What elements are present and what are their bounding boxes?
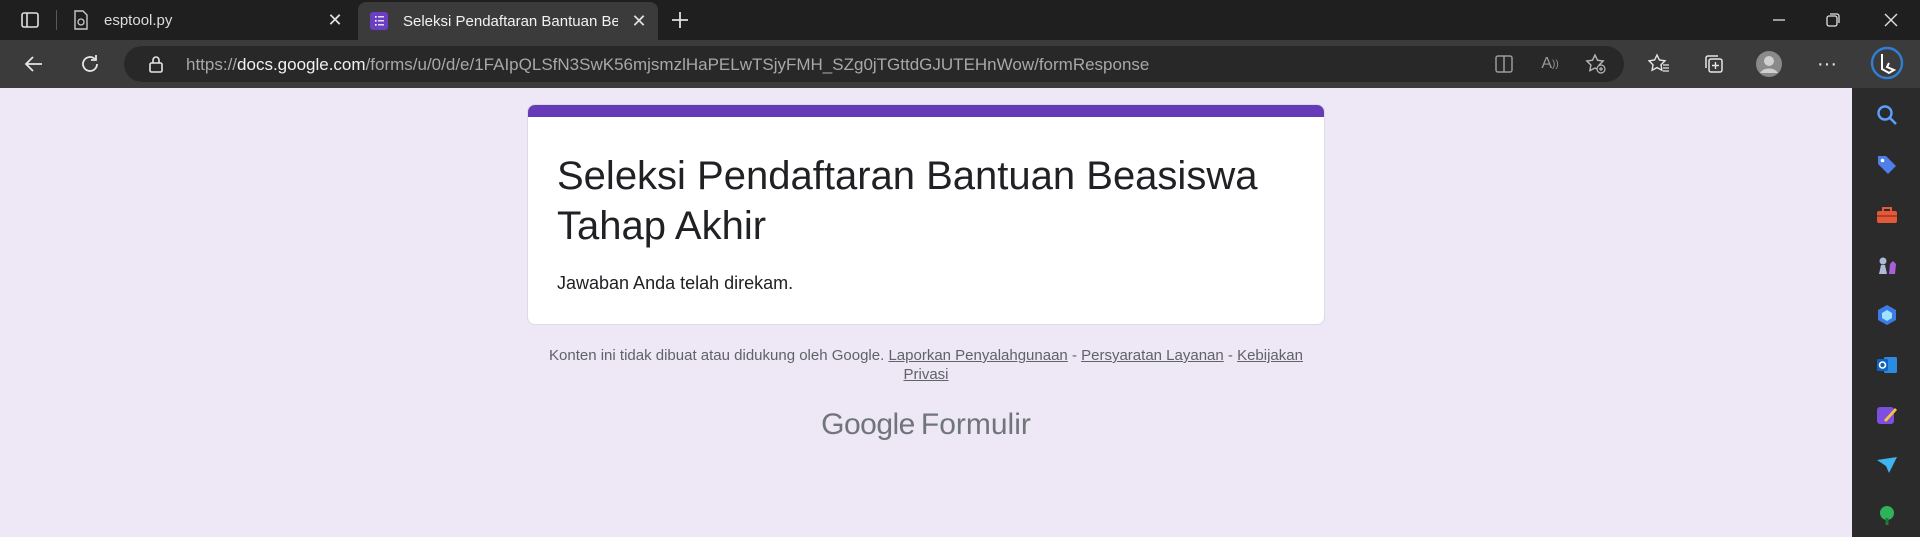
close-tab-icon[interactable]: ✕	[326, 10, 344, 30]
url-path: /forms/u/0/d/e/1FAIpQLSfN3SwK56mjsmzlHaP…	[365, 55, 1150, 74]
form-title: Seleksi Pendaftaran Bantuan Beasiswa Tah…	[557, 154, 1258, 248]
toolbox-icon[interactable]	[1876, 204, 1898, 226]
copilot-icon[interactable]	[1876, 304, 1898, 326]
close-tab-icon[interactable]: ✕	[630, 11, 648, 31]
tree-icon[interactable]	[1876, 504, 1898, 526]
google-forms-logo[interactable]: Google Formulir	[527, 408, 1325, 442]
collections-icon[interactable]	[1700, 50, 1728, 78]
bing-copilot-icon[interactable]	[1870, 46, 1904, 80]
tab-title: esptool.py	[104, 11, 173, 29]
form-response-card: Seleksi Pendaftaran Bantuan Beasiswa Tah…	[527, 104, 1325, 325]
favorites-icon[interactable]	[1645, 50, 1673, 78]
back-icon[interactable]	[20, 50, 48, 78]
footer-disclaimer: Konten ini tidak dibuat atau didukung ol…	[549, 347, 885, 364]
outlook-icon[interactable]	[1876, 354, 1898, 376]
add-favorite-icon[interactable]	[1582, 50, 1610, 78]
tab-esptool[interactable]: esptool.py ✕	[62, 0, 354, 40]
footer-separator: -	[1067, 347, 1082, 364]
send-icon[interactable]	[1876, 454, 1898, 476]
tab-bar: esptool.py ✕ Seleksi Pendaftaran Bantuan…	[0, 0, 1920, 40]
google-wordmark: Google	[821, 408, 915, 441]
more-options-icon[interactable]: ···	[1813, 50, 1841, 78]
chess-icon[interactable]	[1876, 254, 1898, 276]
designer-icon[interactable]	[1876, 404, 1898, 426]
form-footer: Konten ini tidak dibuat atau didukung ol…	[527, 346, 1325, 384]
address-bar[interactable]: https://docs.google.com/forms/u/0/d/e/1F…	[124, 46, 1624, 82]
new-tab-icon[interactable]	[666, 6, 694, 34]
tag-icon[interactable]	[1876, 154, 1898, 176]
lock-icon[interactable]	[142, 50, 170, 78]
report-abuse-link[interactable]: Laporkan Penyalahgunaan	[888, 347, 1067, 364]
tab-divider	[56, 10, 57, 30]
google-forms-icon	[370, 12, 388, 30]
forms-wordmark: Formulir	[920, 408, 1031, 441]
form-accent-bar	[528, 105, 1324, 117]
url-host: docs.google.com	[237, 55, 366, 74]
tab-seleksi[interactable]: Seleksi Pendaftaran Bantuan Bea ✕	[358, 2, 658, 40]
tab-actions-icon[interactable]	[16, 6, 44, 34]
url-text[interactable]: https://docs.google.com/forms/u/0/d/e/1F…	[186, 55, 1149, 75]
terms-of-service-link[interactable]: Persyaratan Layanan	[1081, 347, 1224, 364]
url-scheme: https://	[186, 55, 238, 74]
edge-sidebar	[1852, 88, 1920, 537]
tab-title: Seleksi Pendaftaran Bantuan Bea	[403, 12, 618, 30]
footer-separator: -	[1223, 347, 1238, 364]
split-screen-icon[interactable]	[1490, 50, 1518, 78]
response-recorded-message: Jawaban Anda telah direkam.	[557, 273, 794, 293]
restore-icon[interactable]	[1808, 0, 1858, 40]
read-aloud-icon[interactable]: A))	[1536, 50, 1564, 78]
minimize-icon[interactable]	[1754, 0, 1804, 40]
navigation-bar: https://docs.google.com/forms/u/0/d/e/1F…	[0, 40, 1920, 88]
file-icon	[72, 10, 90, 30]
profile-avatar-icon[interactable]	[1755, 50, 1783, 78]
refresh-icon[interactable]	[76, 50, 104, 78]
close-window-icon[interactable]	[1866, 0, 1916, 40]
search-icon[interactable]	[1876, 104, 1898, 126]
